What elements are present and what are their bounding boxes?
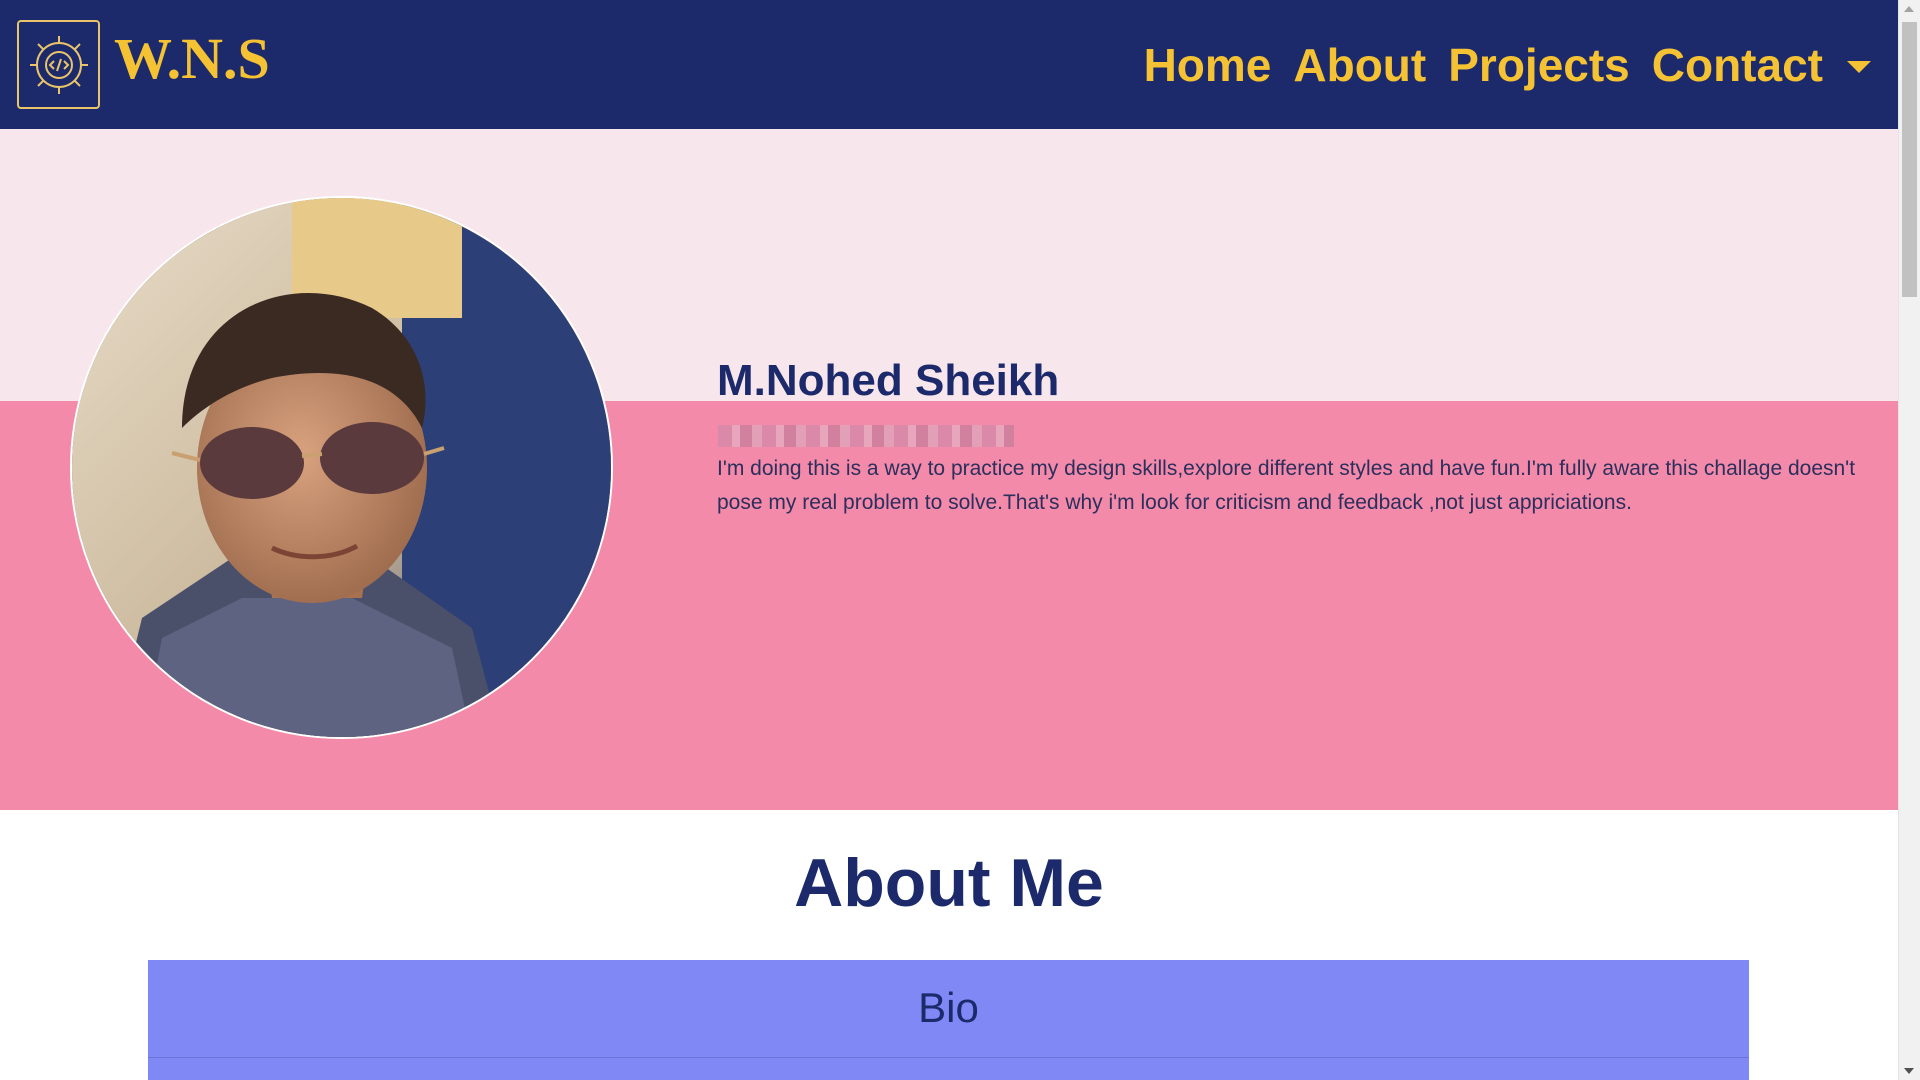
scroll-thumb[interactable]: [1902, 22, 1917, 297]
profile-description: I'm doing this is a way to practice my d…: [717, 457, 1856, 514]
avatar: [70, 196, 613, 739]
about-title: About Me: [794, 845, 1104, 921]
brand-title[interactable]: W.N.S: [114, 24, 270, 94]
scroll-up-icon[interactable]: [1904, 6, 1914, 12]
redacted-text: [718, 425, 1014, 447]
nav-projects-link[interactable]: Projects: [1448, 34, 1630, 96]
gear-code-logo-icon[interactable]: [17, 20, 100, 109]
scroll-down-icon[interactable]: [1904, 1068, 1914, 1074]
nav-about-link[interactable]: About: [1293, 34, 1426, 96]
bio-divider: [148, 1057, 1749, 1058]
chevron-down-icon[interactable]: [1847, 61, 1871, 73]
bio-card: Bio: [148, 960, 1749, 1080]
nav-home-link[interactable]: Home: [1144, 34, 1272, 96]
navbar: W.N.S Home About Projects Contact: [0, 0, 1898, 129]
profile-name: M.Nohed Sheikh: [717, 356, 1060, 405]
nav-links: Home About Projects Contact: [1122, 34, 1871, 96]
bio-title: Bio: [918, 984, 979, 1031]
scrollbar[interactable]: [1898, 0, 1920, 1080]
nav-contact-link[interactable]: Contact: [1652, 34, 1823, 96]
